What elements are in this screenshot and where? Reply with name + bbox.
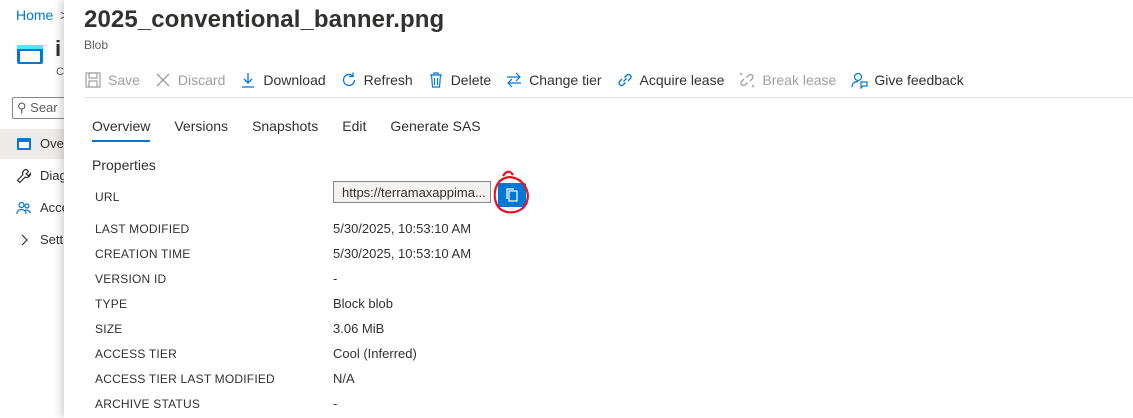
- storage-container-icon: [17, 45, 43, 64]
- menu-item-label: Ove: [40, 136, 64, 151]
- menu-item-access[interactable]: Acce: [0, 193, 64, 223]
- resource-name: i: [55, 36, 62, 61]
- resource-type: C: [56, 66, 64, 78]
- download-label: Download: [263, 72, 326, 88]
- delete-label: Delete: [450, 72, 492, 88]
- menu-item-label: Diag: [40, 168, 64, 183]
- acquire-lease-label: Acquire lease: [639, 72, 725, 88]
- give-feedback-button[interactable]: Give feedback: [850, 68, 964, 92]
- command-bar: Save Discard Download Refresh Delete Cha…: [84, 68, 978, 92]
- menu-item-label: Acce: [40, 200, 64, 215]
- close-icon: [156, 73, 170, 87]
- menu-item-settings[interactable]: Setti: [0, 225, 64, 255]
- download-icon: [242, 73, 255, 88]
- search-placeholder: Sear: [30, 100, 58, 115]
- refresh-icon: [342, 72, 355, 87]
- last-modified-value: 5/30/2025, 10:53:10 AM: [333, 221, 472, 236]
- broken-link-icon: [739, 72, 755, 88]
- save-icon: [85, 72, 101, 88]
- save-button[interactable]: Save: [84, 68, 140, 92]
- size-label: SIZE: [95, 322, 123, 336]
- resource-menu-pane: Home > i C ⚲ Sear Ove Diag Acce Setti: [0, 0, 64, 418]
- feedback-icon: [851, 72, 868, 89]
- trash-icon: [429, 72, 442, 88]
- menu-search-input[interactable]: ⚲ Sear: [12, 97, 64, 119]
- creation-time-value: 5/30/2025, 10:53:10 AM: [333, 246, 472, 261]
- tab-versions[interactable]: Versions: [174, 118, 228, 142]
- url-label: URL: [95, 190, 120, 204]
- breadcrumb-home-link[interactable]: Home: [16, 7, 53, 23]
- page-title: 2025_conventional_banner.png: [84, 6, 445, 33]
- menu-item-diagnose[interactable]: Diag: [0, 161, 64, 191]
- tab-snapshots[interactable]: Snapshots: [252, 118, 318, 142]
- menu-item-label: Setti: [40, 232, 64, 247]
- acquire-lease-button[interactable]: Acquire lease: [616, 68, 725, 92]
- blob-details-blade: 2025_conventional_banner.png Blob Save D…: [64, 0, 1133, 418]
- archive-status-value: -: [333, 396, 338, 411]
- tab-bar: Overview Versions Snapshots Edit Generat…: [92, 118, 505, 142]
- access-tier-last-modified-value: N/A: [333, 371, 355, 386]
- creation-time-label: CREATION TIME: [95, 247, 191, 261]
- swap-arrows-icon: [507, 72, 522, 88]
- tab-generate-sas[interactable]: Generate SAS: [390, 118, 480, 142]
- break-lease-label: Break lease: [762, 72, 837, 88]
- discard-button[interactable]: Discard: [154, 68, 225, 92]
- give-feedback-label: Give feedback: [874, 72, 964, 88]
- break-lease-button[interactable]: Break lease: [738, 68, 836, 92]
- archive-status-label: ARCHIVE STATUS: [95, 397, 201, 411]
- toolbar-divider: [84, 97, 1133, 98]
- access-tier-last-modified-label: ACCESS TIER LAST MODIFIED: [95, 372, 275, 386]
- overview-icon: [17, 138, 31, 150]
- tab-overview[interactable]: Overview: [92, 118, 151, 142]
- people-icon: [16, 201, 32, 215]
- copy-icon: [506, 188, 518, 202]
- download-button[interactable]: Download: [239, 68, 326, 92]
- search-icon: ⚲: [17, 100, 27, 115]
- link-icon: [617, 73, 632, 87]
- delete-button[interactable]: Delete: [427, 68, 491, 92]
- access-tier-label: ACCESS TIER: [95, 347, 177, 361]
- type-value: Block blob: [333, 296, 393, 311]
- menu-item-overview[interactable]: Ove: [0, 129, 64, 159]
- refresh-label: Refresh: [363, 72, 413, 88]
- properties-heading: Properties: [92, 157, 156, 173]
- discard-label: Discard: [177, 72, 226, 88]
- save-label: Save: [108, 72, 140, 88]
- refresh-button[interactable]: Refresh: [340, 68, 413, 92]
- access-tier-value: Cool (Inferred): [333, 346, 417, 361]
- tab-edit[interactable]: Edit: [342, 118, 366, 142]
- wrench-icon: [16, 168, 32, 184]
- last-modified-label: LAST MODIFIED: [95, 222, 190, 236]
- chevron-right-icon: [21, 234, 28, 246]
- change-tier-label: Change tier: [529, 72, 602, 88]
- size-value: 3.06 MiB: [333, 321, 385, 336]
- copy-url-button[interactable]: [498, 183, 526, 207]
- version-id-label: VERSION ID: [95, 272, 167, 286]
- type-label: TYPE: [95, 297, 128, 311]
- page-subtitle: Blob: [84, 38, 109, 52]
- url-field[interactable]: [333, 181, 491, 203]
- change-tier-button[interactable]: Change tier: [505, 68, 602, 92]
- version-id-value: -: [333, 271, 338, 286]
